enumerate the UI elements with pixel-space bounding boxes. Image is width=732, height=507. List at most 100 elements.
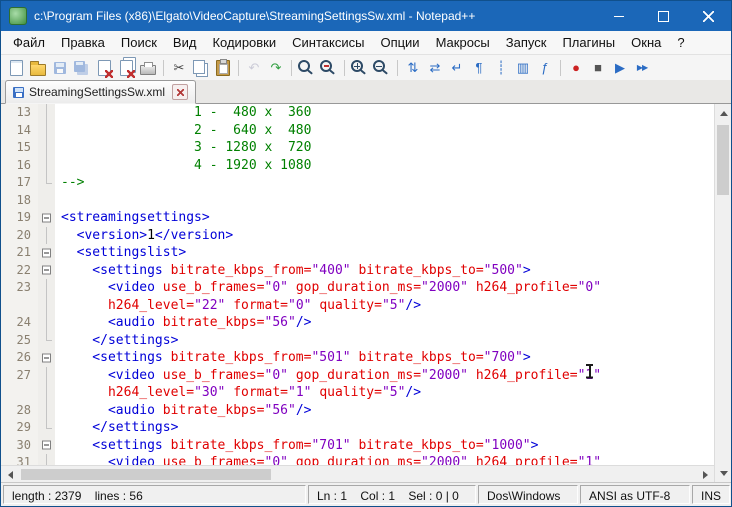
scroll-up-button[interactable]	[715, 104, 732, 121]
show-all-characters-icon[interactable]: ¶	[469, 58, 489, 78]
status-eol-format[interactable]: Dos\Windows	[478, 485, 578, 504]
redo-icon[interactable]: ↷	[266, 58, 286, 78]
code-row[interactable]: 29 </settings>	[1, 419, 714, 437]
fold-collapse-icon[interactable]	[42, 213, 51, 222]
code-row[interactable]: 16 4 - 1920 x 1080	[1, 157, 714, 175]
code-row[interactable]: 26 <settings bitrate_kbps_from="501" bit…	[1, 349, 714, 367]
menu-item-2[interactable]: Поиск	[113, 32, 165, 53]
code-row[interactable]: 15 3 - 1280 x 720	[1, 139, 714, 157]
fold-margin[interactable]	[38, 262, 55, 280]
code-row[interactable]: 30 <settings bitrate_kbps_from="701" bit…	[1, 437, 714, 455]
vertical-scroll-thumb[interactable]	[717, 125, 729, 195]
code-row[interactable]: 19<streamingsettings>	[1, 209, 714, 227]
copy-icon[interactable]	[191, 58, 211, 78]
paste-icon[interactable]	[213, 58, 233, 78]
editor-pane[interactable]: 13 1 - 480 x 36014 2 - 640 x 48015 3 - 1…	[1, 104, 714, 465]
horizontal-scroll-thumb[interactable]	[21, 469, 271, 480]
find-icon[interactable]	[297, 58, 317, 78]
code-row[interactable]: 13 1 - 480 x 360	[1, 104, 714, 122]
close-button[interactable]	[686, 1, 731, 31]
menu-item-9[interactable]: Плагины	[554, 32, 623, 53]
print-icon[interactable]	[138, 58, 158, 78]
fold-margin	[38, 314, 55, 332]
fold-margin	[38, 454, 55, 465]
sync-horizontal-scroll-icon[interactable]: ⇄	[425, 58, 445, 78]
fold-margin	[38, 332, 55, 350]
undo-icon[interactable]: ↶	[244, 58, 264, 78]
menu-item-3[interactable]: Вид	[165, 32, 205, 53]
code-row[interactable]: 31 <video use_b_frames="0" gop_duration_…	[1, 454, 714, 465]
code-row[interactable]: 18	[1, 192, 714, 210]
tab-close-button[interactable]	[172, 84, 188, 100]
fold-margin[interactable]	[38, 349, 55, 367]
fold-margin	[38, 139, 55, 157]
macro-stop-icon[interactable]: ■	[588, 58, 608, 78]
close-all-icon[interactable]	[116, 58, 136, 78]
code-line: </settings>	[55, 332, 178, 350]
save-icon[interactable]	[50, 58, 70, 78]
sync-vertical-scroll-icon[interactable]: ⇅	[403, 58, 423, 78]
code-row[interactable]: 17-->	[1, 174, 714, 192]
fold-margin[interactable]	[38, 437, 55, 455]
status-insert-mode[interactable]: INS	[692, 485, 730, 504]
code-row[interactable]: h264_level="22" format="0" quality="5"/>	[1, 297, 714, 315]
menu-item-7[interactable]: Макросы	[428, 32, 498, 53]
maximize-button[interactable]	[641, 1, 686, 31]
menu-item-6[interactable]: Опции	[372, 32, 427, 53]
fold-margin[interactable]	[38, 244, 55, 262]
code-line: <audio bitrate_kbps="56"/>	[55, 314, 311, 332]
code-area[interactable]: 13 1 - 480 x 36014 2 - 640 x 48015 3 - 1…	[1, 104, 714, 465]
word-wrap-icon[interactable]: ↵	[447, 58, 467, 78]
code-row[interactable]: 20 <version>1</version>	[1, 227, 714, 245]
code-row[interactable]: 23 <video use_b_frames="0" gop_duration_…	[1, 279, 714, 297]
fold-collapse-icon[interactable]	[42, 441, 51, 450]
menu-item-11[interactable]: ?	[669, 32, 692, 53]
scroll-right-button[interactable]	[697, 466, 714, 483]
minimize-button[interactable]	[596, 1, 641, 31]
zoom-out-icon[interactable]	[372, 58, 392, 78]
line-number: 27	[1, 367, 38, 385]
menu-item-8[interactable]: Запуск	[498, 32, 555, 53]
open-glyph	[30, 64, 46, 76]
scroll-down-button[interactable]	[715, 465, 732, 482]
tab-streamingsettings[interactable]: StreamingSettingsSw.xml	[5, 80, 196, 104]
horizontal-scrollbar[interactable]	[1, 465, 714, 482]
fold-margin[interactable]	[38, 209, 55, 227]
close-icon[interactable]	[94, 58, 114, 78]
function-list-icon[interactable]: ƒ	[535, 58, 555, 78]
cut-icon[interactable]: ✂	[169, 58, 189, 78]
replace-icon[interactable]	[319, 58, 339, 78]
macro-play-icon[interactable]: ▶	[610, 58, 630, 78]
scroll-left-button[interactable]	[1, 466, 18, 483]
line-number: 25	[1, 332, 38, 350]
fold-collapse-icon[interactable]	[42, 266, 51, 275]
fold-collapse-icon[interactable]	[42, 248, 51, 257]
status-encoding[interactable]: ANSI as UTF-8	[580, 485, 690, 504]
save-all-icon[interactable]	[72, 58, 92, 78]
open-icon[interactable]	[28, 58, 48, 78]
menu-item-10[interactable]: Окна	[623, 32, 669, 53]
menu-item-5[interactable]: Синтаксисы	[284, 32, 372, 53]
code-row[interactable]: 24 <audio bitrate_kbps="56"/>	[1, 314, 714, 332]
code-row[interactable]: h264_level="30" format="1" quality="5"/>	[1, 384, 714, 402]
vertical-scrollbar[interactable]	[714, 104, 731, 482]
macro-run-multiple-icon[interactable]: ▶▶	[632, 58, 652, 78]
indent-guide-icon[interactable]: ┊	[491, 58, 511, 78]
menu-item-4[interactable]: Кодировки	[204, 32, 284, 53]
macro-record-icon[interactable]: ●	[566, 58, 586, 78]
code-row[interactable]: 21 <settingslist>	[1, 244, 714, 262]
document-map-icon[interactable]: ▥	[513, 58, 533, 78]
code-row[interactable]: 25 </settings>	[1, 332, 714, 350]
code-row[interactable]: 22 <settings bitrate_kbps_from="400" bit…	[1, 262, 714, 280]
code-row[interactable]: 28 <audio bitrate_kbps="56"/>	[1, 402, 714, 420]
line-number: 24	[1, 314, 38, 332]
fold-collapse-icon[interactable]	[42, 353, 51, 362]
menu-item-0[interactable]: Файл	[5, 32, 53, 53]
code-row[interactable]: 27 <video use_b_frames="0" gop_duration_…	[1, 367, 714, 385]
code-line: <audio bitrate_kbps="56"/>	[55, 402, 311, 420]
code-row[interactable]: 14 2 - 640 x 480	[1, 122, 714, 140]
new-file-icon[interactable]	[6, 58, 26, 78]
menu-item-1[interactable]: Правка	[53, 32, 113, 53]
zoom-in-icon[interactable]	[350, 58, 370, 78]
title-bar[interactable]: c:\Program Files (x86)\Elgato\VideoCaptu…	[1, 1, 731, 31]
